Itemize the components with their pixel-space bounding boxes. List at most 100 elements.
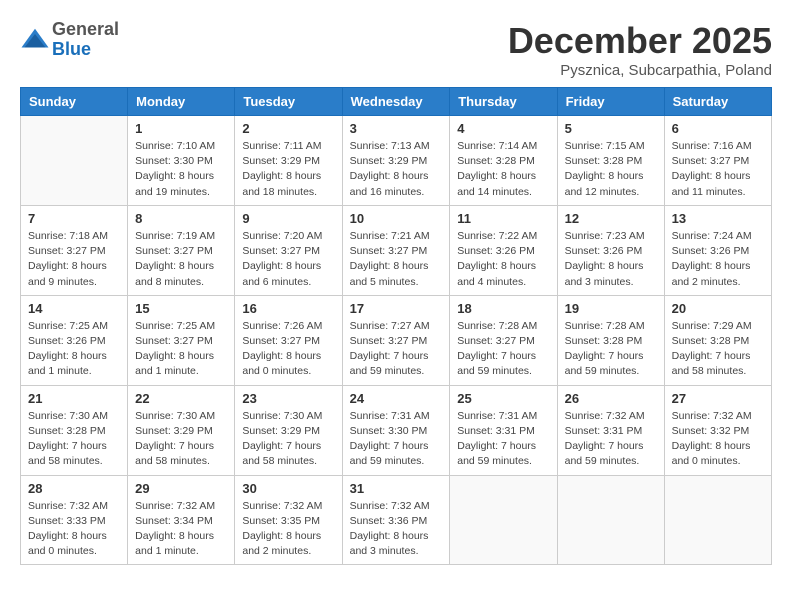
calendar-cell: 20 Sunrise: 7:29 AMSunset: 3:28 PMDayligh… [664, 295, 771, 385]
day-info: Sunrise: 7:30 AMSunset: 3:29 PMDaylight:… [242, 409, 334, 470]
day-info: Sunrise: 7:28 AMSunset: 3:27 PMDaylight:… [457, 319, 549, 380]
day-number: 30 [242, 481, 334, 496]
calendar-cell: 27 Sunrise: 7:32 AMSunset: 3:32 PMDayligh… [664, 385, 771, 475]
calendar-cell: 18 Sunrise: 7:28 AMSunset: 3:27 PMDayligh… [450, 295, 557, 385]
calendar-cell: 12Sunrise: 7:23 AMSunset: 3:26 PMDayligh… [557, 205, 664, 295]
calendar-cell [664, 475, 771, 565]
day-number: 31 [350, 481, 443, 496]
day-info: Sunrise: 7:29 AMSunset: 3:28 PMDaylight:… [672, 319, 764, 380]
calendar-week-5: 28 Sunrise: 7:32 AMSunset: 3:33 PMDayligh… [21, 475, 772, 565]
day-info: Sunrise: 7:31 AMSunset: 3:30 PMDaylight:… [350, 409, 443, 470]
calendar-cell [21, 116, 128, 206]
day-number: 29 [135, 481, 227, 496]
day-info: Sunrise: 7:11 AMSunset: 3:29 PMDaylight:… [242, 139, 334, 200]
day-number: 22 [135, 391, 227, 406]
day-number: 12 [565, 211, 657, 226]
day-number: 20 [672, 301, 764, 316]
header-monday: Monday [128, 88, 235, 116]
header-saturday: Saturday [664, 88, 771, 116]
calendar-cell: 16 Sunrise: 7:26 AMSunset: 3:27 PMDayligh… [235, 295, 342, 385]
calendar-cell: 21Sunrise: 7:30 AMSunset: 3:28 PMDayligh… [21, 385, 128, 475]
day-number: 11 [457, 211, 549, 226]
day-number: 18 [457, 301, 549, 316]
calendar-week-3: 14Sunrise: 7:25 AMSunset: 3:26 PMDayligh… [21, 295, 772, 385]
calendar-cell [557, 475, 664, 565]
header-thursday: Thursday [450, 88, 557, 116]
day-info: Sunrise: 7:15 AMSunset: 3:28 PMDaylight:… [565, 139, 657, 200]
calendar-cell: 10 Sunrise: 7:21 AMSunset: 3:27 PMDayligh… [342, 205, 450, 295]
day-info: Sunrise: 7:27 AMSunset: 3:27 PMDaylight:… [350, 319, 443, 380]
calendar-cell [450, 475, 557, 565]
calendar-cell: 15 Sunrise: 7:25 AMSunset: 3:27 PMDayligh… [128, 295, 235, 385]
calendar-cell: 13Sunrise: 7:24 AMSunset: 3:26 PMDayligh… [664, 205, 771, 295]
day-number: 19 [565, 301, 657, 316]
location-subtitle: Pysznica, Subcarpathia, Poland [508, 62, 772, 79]
day-info: Sunrise: 7:13 AMSunset: 3:29 PMDaylight:… [350, 139, 443, 200]
calendar-cell: 5 Sunrise: 7:15 AMSunset: 3:28 PMDaylight… [557, 116, 664, 206]
calendar-cell: 26Sunrise: 7:32 AMSunset: 3:31 PMDayligh… [557, 385, 664, 475]
calendar-cell: 19 Sunrise: 7:28 AMSunset: 3:28 PMDayligh… [557, 295, 664, 385]
calendar-cell: 9 Sunrise: 7:20 AMSunset: 3:27 PMDaylight… [235, 205, 342, 295]
day-info: Sunrise: 7:21 AMSunset: 3:27 PMDaylight:… [350, 229, 443, 290]
calendar-cell: 23 Sunrise: 7:30 AMSunset: 3:29 PMDayligh… [235, 385, 342, 475]
calendar-cell: 29 Sunrise: 7:32 AMSunset: 3:34 PMDayligh… [128, 475, 235, 565]
title-block: December 2025 Pysznica, Subcarpathia, Po… [508, 20, 772, 79]
day-number: 28 [28, 481, 120, 496]
calendar-cell: 4 Sunrise: 7:14 AMSunset: 3:28 PMDaylight… [450, 116, 557, 206]
day-info: Sunrise: 7:30 AMSunset: 3:28 PMDaylight:… [28, 409, 120, 470]
calendar-week-1: 1Sunrise: 7:10 AMSunset: 3:30 PMDaylight… [21, 116, 772, 206]
day-info: Sunrise: 7:30 AMSunset: 3:29 PMDaylight:… [135, 409, 227, 470]
day-info: Sunrise: 7:16 AMSunset: 3:27 PMDaylight:… [672, 139, 764, 200]
logo-text: General Blue [52, 20, 119, 60]
day-info: Sunrise: 7:32 AMSunset: 3:36 PMDaylight:… [350, 499, 443, 560]
day-number: 24 [350, 391, 443, 406]
calendar-cell: 8Sunrise: 7:19 AMSunset: 3:27 PMDaylight… [128, 205, 235, 295]
calendar-cell: 24 Sunrise: 7:31 AMSunset: 3:30 PMDayligh… [342, 385, 450, 475]
day-number: 1 [135, 121, 227, 136]
day-number: 4 [457, 121, 549, 136]
day-number: 9 [242, 211, 334, 226]
calendar-cell: 22 Sunrise: 7:30 AMSunset: 3:29 PMDayligh… [128, 385, 235, 475]
logo: General Blue [20, 20, 119, 60]
day-number: 10 [350, 211, 443, 226]
day-number: 6 [672, 121, 764, 136]
day-number: 13 [672, 211, 764, 226]
day-number: 16 [242, 301, 334, 316]
calendar-cell: 2 Sunrise: 7:11 AMSunset: 3:29 PMDaylight… [235, 116, 342, 206]
day-number: 27 [672, 391, 764, 406]
calendar-cell: 7Sunrise: 7:18 AMSunset: 3:27 PMDaylight… [21, 205, 128, 295]
day-info: Sunrise: 7:18 AMSunset: 3:27 PMDaylight:… [28, 229, 120, 290]
day-number: 8 [135, 211, 227, 226]
day-info: Sunrise: 7:28 AMSunset: 3:28 PMDaylight:… [565, 319, 657, 380]
calendar-cell: 25Sunrise: 7:31 AMSunset: 3:31 PMDayligh… [450, 385, 557, 475]
day-info: Sunrise: 7:32 AMSunset: 3:33 PMDaylight:… [28, 499, 120, 560]
calendar-table: SundayMondayTuesdayWednesdayThursdayFrid… [20, 87, 772, 565]
logo-blue: Blue [52, 40, 119, 60]
calendar-cell: 28 Sunrise: 7:32 AMSunset: 3:33 PMDayligh… [21, 475, 128, 565]
day-info: Sunrise: 7:32 AMSunset: 3:35 PMDaylight:… [242, 499, 334, 560]
calendar-cell: 11Sunrise: 7:22 AMSunset: 3:26 PMDayligh… [450, 205, 557, 295]
day-info: Sunrise: 7:32 AMSunset: 3:34 PMDaylight:… [135, 499, 227, 560]
day-info: Sunrise: 7:14 AMSunset: 3:28 PMDaylight:… [457, 139, 549, 200]
header-tuesday: Tuesday [235, 88, 342, 116]
day-info: Sunrise: 7:25 AMSunset: 3:27 PMDaylight:… [135, 319, 227, 380]
header-wednesday: Wednesday [342, 88, 450, 116]
day-info: Sunrise: 7:32 AMSunset: 3:31 PMDaylight:… [565, 409, 657, 470]
day-info: Sunrise: 7:25 AMSunset: 3:26 PMDaylight:… [28, 319, 120, 380]
calendar-cell: 31 Sunrise: 7:32 AMSunset: 3:36 PMDayligh… [342, 475, 450, 565]
header-sunday: Sunday [21, 88, 128, 116]
day-number: 2 [242, 121, 334, 136]
day-number: 23 [242, 391, 334, 406]
day-number: 15 [135, 301, 227, 316]
day-info: Sunrise: 7:32 AMSunset: 3:32 PMDaylight:… [672, 409, 764, 470]
calendar-cell: 1Sunrise: 7:10 AMSunset: 3:30 PMDaylight… [128, 116, 235, 206]
day-number: 5 [565, 121, 657, 136]
calendar-cell: 6 Sunrise: 7:16 AMSunset: 3:27 PMDaylight… [664, 116, 771, 206]
day-number: 3 [350, 121, 443, 136]
calendar-week-2: 7Sunrise: 7:18 AMSunset: 3:27 PMDaylight… [21, 205, 772, 295]
day-info: Sunrise: 7:26 AMSunset: 3:27 PMDaylight:… [242, 319, 334, 380]
day-info: Sunrise: 7:20 AMSunset: 3:27 PMDaylight:… [242, 229, 334, 290]
calendar-cell: 30 Sunrise: 7:32 AMSunset: 3:35 PMDayligh… [235, 475, 342, 565]
calendar-week-4: 21Sunrise: 7:30 AMSunset: 3:28 PMDayligh… [21, 385, 772, 475]
calendar-cell: 3 Sunrise: 7:13 AMSunset: 3:29 PMDaylight… [342, 116, 450, 206]
